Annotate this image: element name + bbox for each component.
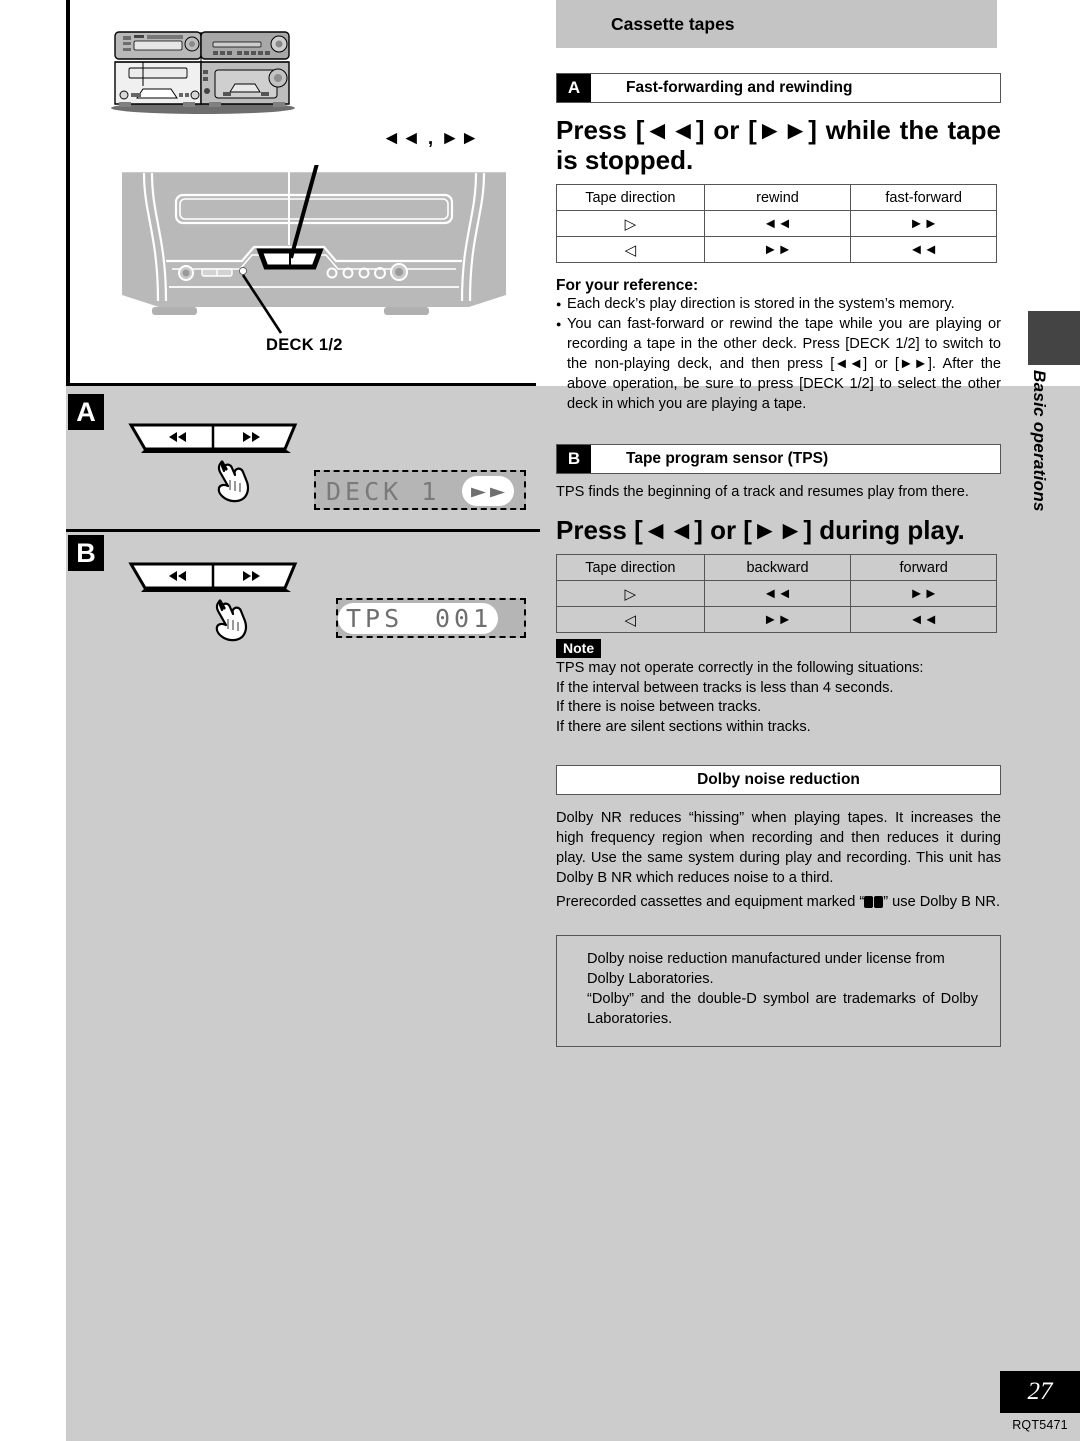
dolby-section-title: Dolby noise reduction xyxy=(697,771,860,788)
hand-pointer-icon-a xyxy=(217,460,250,503)
note-block: Note TPS may not operate correctly in th… xyxy=(556,639,1001,737)
lcd-b-value: 001 xyxy=(435,604,493,633)
stereo-system-overview-illustration xyxy=(111,31,295,114)
section-ab-divider xyxy=(66,529,540,532)
page-title: Cassette tapes xyxy=(611,13,735,34)
table-cell-direction: ▷ xyxy=(556,580,705,608)
lcd-b-text: TPS xyxy=(346,604,404,633)
for-your-reference-list: Each deck’s play direction is stored in … xyxy=(556,295,1001,414)
section-b-table: Tape direction backward forward ▷ ◄◄ ►► … xyxy=(556,554,997,634)
lcd-a-highlight-text: ►► xyxy=(471,476,510,505)
section-b-header: B Tape program sensor (TPS) xyxy=(556,444,1001,475)
section-a-instruction: Press [◄◄] or [►►] while the tape is sto… xyxy=(556,115,1001,176)
table-cell: ◄◄ xyxy=(703,580,852,608)
section-b-instruction: Press [◄◄] or [►►] during play. xyxy=(556,515,965,546)
note-line: TPS may not operate correctly in the fol… xyxy=(556,660,924,677)
ff-rew-callout-label: ◄◄ , ►► xyxy=(382,128,481,149)
document-code: RQT5471 xyxy=(1012,1418,1068,1432)
table-cell: ◄◄ xyxy=(850,236,997,264)
deck-1-2-callout-label: DECK 1/2 xyxy=(266,336,343,354)
section-a-title: Fast-forwarding and rewinding xyxy=(626,79,853,96)
illustration-box: ◄◄ , ►► DECK 1/2 xyxy=(66,0,536,386)
rocker-button-b[interactable] xyxy=(125,560,305,596)
section-header-bar: Cassette tapes xyxy=(556,0,997,48)
note-line: If there is noise between tracks. xyxy=(556,699,762,716)
table-cell: ◄◄ xyxy=(703,210,852,238)
dolby-p2-before: Prerecorded cassettes and equipment mark… xyxy=(556,894,865,911)
side-tab-marker xyxy=(1028,311,1080,365)
table-header-row: Tape direction backward forward xyxy=(556,554,997,582)
table-cell: ►► xyxy=(850,580,997,608)
table-cell-direction: ◁ xyxy=(556,606,705,634)
manual-page: ◄◄ , ►► DECK 1/2 A DECK 1 ►► B TPS 001 C… xyxy=(0,0,1080,1441)
section-b-intro: TPS finds the beginning of a track and r… xyxy=(556,484,969,501)
table-cell: ►► xyxy=(703,606,852,634)
dolby-p2-after: ” use Dolby B NR. xyxy=(883,894,1001,911)
note-lines: TPS may not operate correctly in the fol… xyxy=(556,659,1001,737)
table-header-cell: Tape direction xyxy=(556,184,705,212)
note-line: If the interval between tracks is less t… xyxy=(556,679,894,696)
table-header-cell: forward xyxy=(850,554,997,582)
panel-badge-a: A xyxy=(68,394,104,430)
lcd-a-text: DECK 1 xyxy=(326,477,441,506)
lcd-display-a: DECK 1 ►► xyxy=(314,470,526,510)
note-line: If there are silent sections within trac… xyxy=(556,718,811,735)
table-header-cell: rewind xyxy=(703,184,852,212)
dolby-license-line-1: Dolby noise reduction manufactured under… xyxy=(587,951,945,988)
table-cell: ►► xyxy=(850,210,997,238)
list-item: Each deck’s play direction is stored in … xyxy=(556,295,1001,315)
table-cell: ◄◄ xyxy=(850,606,997,634)
table-header-cell: Tape direction xyxy=(556,554,705,582)
list-item: You can fast-forward or rewind the tape … xyxy=(556,315,1001,414)
page-number-block: 27 xyxy=(1000,1371,1080,1413)
right-text-column: Cassette tapes A Fast-forwarding and rew… xyxy=(556,0,1001,1047)
table-header-cell: fast-forward xyxy=(850,184,997,212)
note-badge: Note xyxy=(556,639,602,659)
dolby-section-header: Dolby noise reduction xyxy=(556,765,1001,795)
table-cell-direction: ◁ xyxy=(556,236,705,264)
table-cell: ►► xyxy=(703,236,852,264)
table-cell-direction: ▷ xyxy=(556,210,705,238)
section-a-table: Tape direction rewind fast-forward ▷ ◄◄ … xyxy=(556,184,997,264)
table-row: ◁ ►► ◄◄ xyxy=(556,606,997,634)
section-b-title: Tape program sensor (TPS) xyxy=(626,450,829,468)
table-row: ◁ ►► ◄◄ xyxy=(556,236,997,264)
table-header-cell: backward xyxy=(703,554,852,582)
table-row: ▷ ◄◄ ►► xyxy=(556,580,997,608)
panel-badge-b: B xyxy=(68,535,104,571)
dolby-paragraph-1: Dolby NR reduces “hissing” when playing … xyxy=(556,810,1001,886)
section-a-badge: A xyxy=(557,74,591,102)
stereo-front-panel-illustration xyxy=(122,165,506,334)
table-header-row: Tape direction rewind fast-forward xyxy=(556,184,997,212)
table-row: ▷ ◄◄ ►► xyxy=(556,210,997,238)
side-tab-label: Basic operations xyxy=(1030,370,1049,512)
dolby-paragraph-2: Prerecorded cassettes and equipment mark… xyxy=(556,893,1001,913)
section-b-badge: B xyxy=(557,445,591,474)
for-your-reference-title: For your reference: xyxy=(556,277,699,295)
lcd-display-b: TPS 001 xyxy=(336,598,526,638)
hand-pointer-icon-b xyxy=(215,599,248,642)
dolby-license-box: Dolby noise reduction manufactured under… xyxy=(556,935,1001,1047)
section-a-header: A Fast-forwarding and rewinding xyxy=(556,73,1001,103)
rocker-button-a[interactable] xyxy=(125,421,305,457)
dolby-license-line-2: “Dolby” and the double-D symbol are trad… xyxy=(587,990,978,1027)
double-d-symbol-icon xyxy=(864,893,884,912)
